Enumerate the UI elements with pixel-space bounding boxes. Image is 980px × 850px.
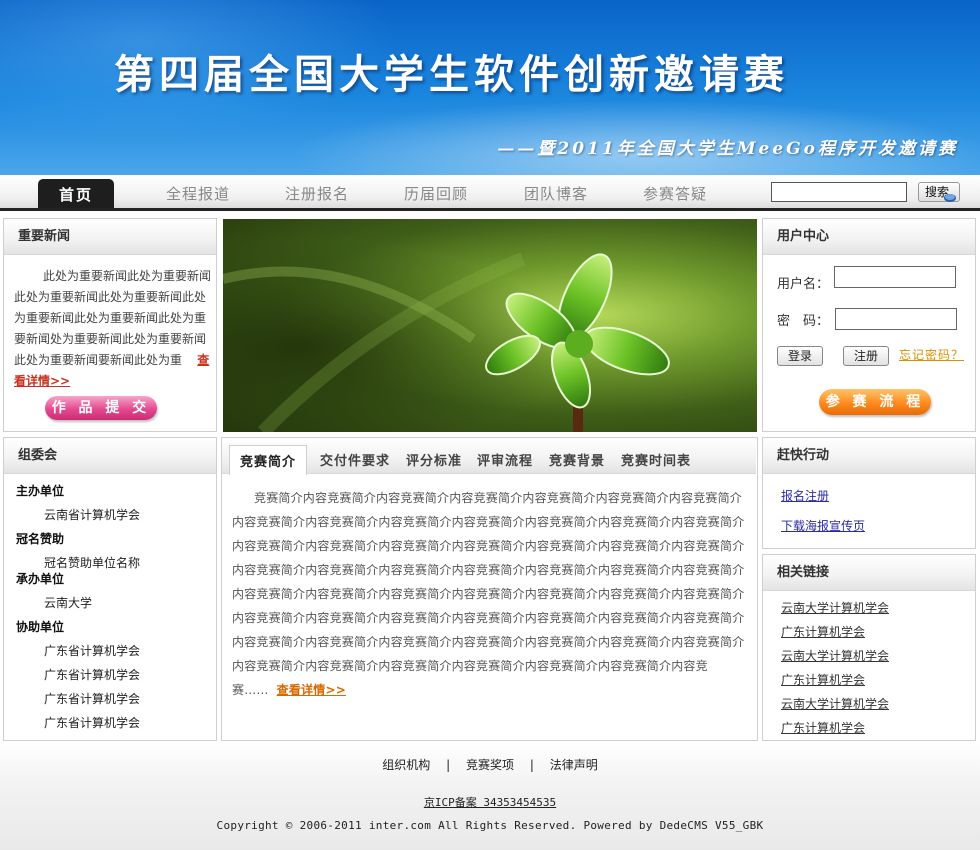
related-links-title: 相关链接: [763, 555, 975, 591]
related-links-panel: 相关链接 云南大学计算机学会 广东计算机学会 云南大学计算机学会 广东计算机学会 云南大…: [762, 554, 976, 741]
contest-intro-body: 竞赛简介内容竞赛简介内容竞赛简介内容竞赛简介内容竞赛简介内容竞赛简介内容竞赛简介…: [232, 491, 745, 697]
related-link[interactable]: 广东计算机学会: [781, 671, 865, 688]
contest-intro-text: 竞赛简介内容竞赛简介内容竞赛简介内容竞赛简介内容竞赛简介内容竞赛简介内容竞赛简介…: [232, 486, 748, 702]
committee-member: 广东省计算机学会: [44, 644, 141, 658]
hero-image: [223, 219, 757, 432]
forgot-password-link[interactable]: 忘记密码？: [899, 346, 964, 363]
tab-timeline[interactable]: 竞赛时间表: [621, 450, 691, 469]
tab-background[interactable]: 竞赛背景: [549, 450, 605, 469]
related-link[interactable]: 广东计算机学会: [781, 719, 865, 736]
contest-flow-button[interactable]: 参 赛 流 程: [819, 389, 931, 415]
password-label: 密 码：: [777, 314, 830, 329]
committee-heading: 协助单位: [16, 620, 65, 634]
related-link[interactable]: 云南大学计算机学会: [781, 599, 889, 616]
committee-heading: 主办单位: [16, 484, 65, 498]
nav-item-coverage[interactable]: 全程报道: [166, 183, 230, 204]
news-text: 此处为重要新闻此处为重要新闻此处为重要新闻此处为重要新闻此处为重要新闻此处为重要…: [14, 266, 212, 392]
main-nav: 首页 全程报道 注册报名 历届回顾 团队博客 参赛答疑 搜索: [0, 175, 980, 211]
nav-item-home[interactable]: 首页: [38, 179, 114, 208]
tab-contest-intro[interactable]: 竞赛简介: [229, 445, 308, 475]
committee-member: 广东省计算机学会: [44, 692, 141, 706]
copyright-text: Copyright © 2006-2011 inter.com All Righ…: [216, 819, 764, 832]
username-field[interactable]: [834, 266, 956, 288]
submit-work-button[interactable]: 作 品 提 交: [45, 396, 157, 420]
contest-panel: 竞赛简介 交付件要求 评分标准 评审流程 竞赛背景 竞赛时间表 竞赛简介内容竞赛…: [221, 437, 758, 741]
committee-member: 云南大学: [44, 596, 93, 610]
committee-member: 冠名赞助单位名称: [44, 556, 141, 570]
quick-actions-title: 赶快行动: [763, 438, 975, 474]
icp-record-link[interactable]: 京ICP备案 34353454535: [0, 794, 980, 810]
footer-separator: |: [529, 758, 534, 772]
contest-tabs: 竞赛简介 交付件要求 评分标准 评审流程 竞赛背景 竞赛时间表: [222, 438, 756, 475]
password-field[interactable]: [835, 308, 957, 330]
committee-panel: 组委会 主办单位云南省计算机学会冠名赞助冠名赞助单位名称承办单位云南大学协助单位…: [3, 437, 217, 741]
register-button[interactable]: 注册: [843, 346, 889, 366]
committee-member: 云南省计算机学会: [44, 508, 141, 522]
quick-actions-panel: 赶快行动 报名注册 下载海报宣传页: [762, 437, 976, 549]
news-panel: 重要新闻 此处为重要新闻此处为重要新闻此处为重要新闻此处为重要新闻此处为重要新闻…: [3, 218, 217, 432]
committee-member: 广东省计算机学会: [44, 716, 141, 730]
news-panel-title: 重要新闻: [4, 219, 216, 255]
related-link[interactable]: 云南大学计算机学会: [781, 647, 889, 664]
related-link[interactable]: 云南大学计算机学会: [781, 695, 889, 712]
download-poster-link[interactable]: 下载海报宣传页: [781, 517, 865, 534]
banner: 第四届全国大学生软件创新邀请赛 ——暨2011年全国大学生MeeGo程序开发邀请…: [0, 0, 980, 175]
footer-links: 组织机构 | 竞赛奖项 | 法律声明: [0, 756, 980, 773]
committee-heading: 承办单位: [16, 572, 65, 586]
footer-link-legal[interactable]: 法律声明: [550, 758, 598, 772]
related-link[interactable]: 广东计算机学会: [781, 623, 865, 640]
committee-title: 组委会: [4, 438, 216, 474]
search-input[interactable]: [771, 182, 907, 202]
nav-item-history[interactable]: 历届回顾: [404, 183, 468, 204]
news-body: 此处为重要新闻此处为重要新闻此处为重要新闻此处为重要新闻此处为重要新闻此处为重要…: [14, 269, 212, 367]
tab-review-process[interactable]: 评审流程: [477, 450, 533, 469]
footer-link-awards[interactable]: 竞赛奖项: [466, 758, 514, 772]
site-subtitle: ——暨2011年全国大学生MeeGo程序开发邀请赛: [497, 139, 958, 159]
footer: 组织机构 | 竞赛奖项 | 法律声明 京ICP备案 34353454535 Co…: [0, 742, 980, 850]
nav-item-register[interactable]: 注册报名: [285, 183, 349, 204]
tab-deliverables[interactable]: 交付件要求: [320, 450, 390, 469]
nav-item-faq[interactable]: 参赛答疑: [643, 183, 707, 204]
footer-separator: |: [446, 758, 451, 772]
contest-more-link[interactable]: 查看详情>>: [277, 683, 346, 697]
register-link[interactable]: 报名注册: [781, 487, 829, 504]
plant-illustration: [223, 219, 757, 432]
user-center-panel: 用户中心 用户名： 密 码： 登录 注册 忘记密码？ 参 赛 流 程: [762, 218, 976, 432]
nav-item-team-blog[interactable]: 团队博客: [524, 183, 588, 204]
tab-scoring[interactable]: 评分标准: [406, 450, 462, 469]
user-center-title: 用户中心: [763, 219, 975, 255]
search-icon: [944, 194, 956, 202]
login-button[interactable]: 登录: [777, 346, 823, 366]
footer-link-organization[interactable]: 组织机构: [382, 758, 430, 772]
username-label: 用户名：: [777, 277, 830, 292]
committee-heading: 冠名赞助: [16, 532, 65, 546]
site-title: 第四届全国大学生软件创新邀请赛: [114, 51, 789, 98]
committee-member: 广东省计算机学会: [44, 668, 141, 682]
